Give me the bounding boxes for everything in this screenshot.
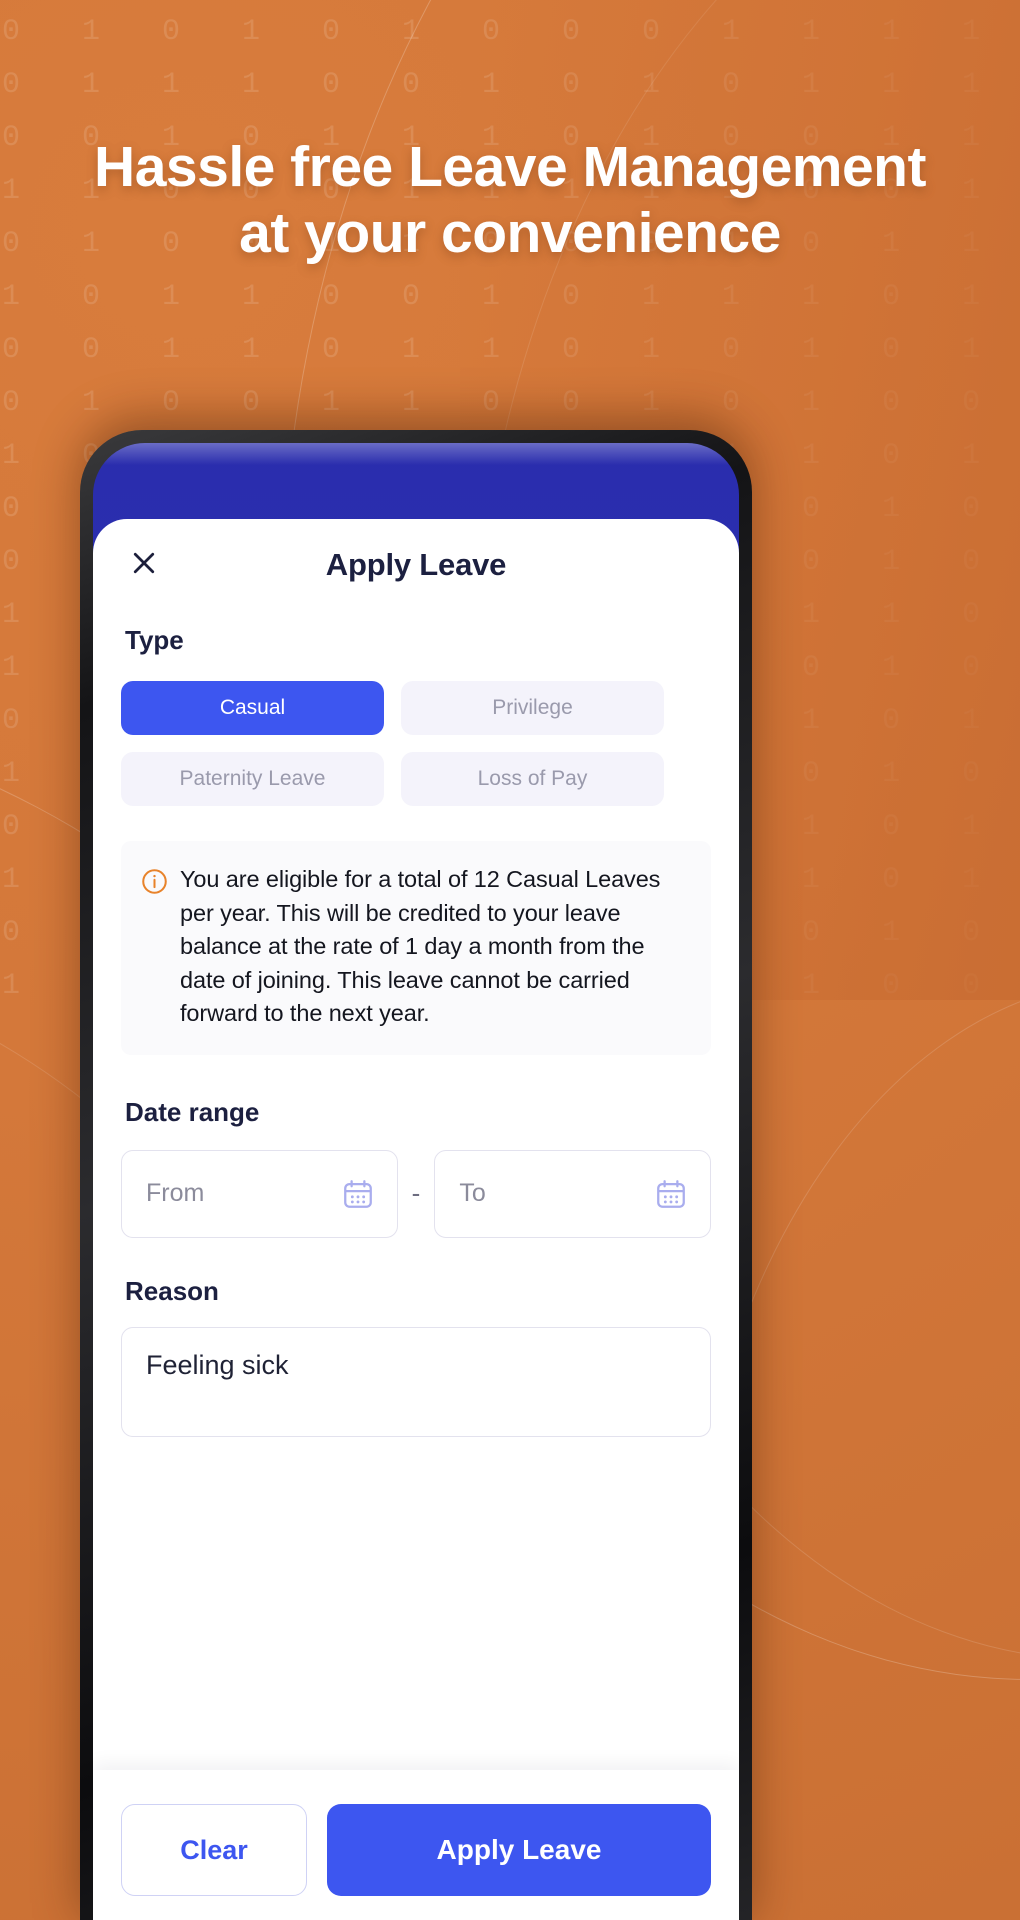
leave-type-chip-group: Casual Privilege Paternity Leave Loss of… [121, 681, 711, 806]
date-range-row: From - To [121, 1149, 712, 1238]
leave-type-chip-paternity-leave[interactable]: Paternity Leave [121, 752, 384, 806]
apply-leave-sheet: Apply Leave Type Casual Privilege Patern… [93, 519, 739, 1920]
reason-label: Reason [125, 1275, 219, 1306]
reason-input[interactable]: Feeling sick [121, 1326, 711, 1437]
chip-label: Privilege [492, 696, 573, 719]
eligibility-info-text: You are eligible for a total of 12 Casua… [180, 866, 661, 1026]
sheet-action-bar: Clear Apply Leave [93, 1770, 739, 1920]
screen-gloss [93, 443, 739, 465]
phone-screen: Apply Leave Type Casual Privilege Patern… [93, 443, 739, 1920]
promo-headline: Hassle free Leave Management at your con… [94, 135, 926, 265]
chip-label: Casual [219, 696, 286, 719]
date-from-placeholder: From [146, 1179, 205, 1207]
info-circle-icon [141, 868, 168, 1031]
apply-leave-button-label: Apply Leave [436, 1834, 602, 1865]
date-from-field[interactable]: From [121, 1149, 398, 1238]
leave-type-chip-casual[interactable]: Casual [121, 681, 384, 735]
phone-mockup: Apply Leave Type Casual Privilege Patern… [80, 430, 752, 1920]
sheet-header: Apply Leave [121, 519, 711, 611]
clear-button[interactable]: Clear [121, 1804, 307, 1896]
type-section-label: Type [125, 625, 184, 655]
close-button[interactable] [121, 542, 167, 588]
calendar-icon[interactable] [341, 1177, 375, 1211]
eligibility-info-box: You are eligible for a total of 12 Casua… [121, 841, 711, 1055]
sheet-scroll-area[interactable]: Apply Leave Type Casual Privilege Patern… [93, 519, 739, 1810]
date-range-label: Date range [125, 1096, 260, 1127]
apply-leave-button[interactable]: Apply Leave [327, 1804, 711, 1896]
date-to-placeholder: To [459, 1179, 486, 1207]
leave-type-chip-loss-of-pay[interactable]: Loss of Pay [401, 752, 664, 806]
calendar-icon[interactable] [654, 1177, 688, 1211]
reason-value: Feeling sick [146, 1349, 289, 1380]
date-range-separator: - [411, 1178, 421, 1208]
chip-label: Loss of Pay [477, 767, 588, 790]
close-icon [129, 548, 159, 583]
leave-type-chip-privilege[interactable]: Privilege [401, 681, 664, 735]
clear-button-label: Clear [180, 1834, 248, 1865]
chip-label: Paternity Leave [179, 767, 326, 790]
page-title: Apply Leave [325, 547, 507, 582]
date-to-field[interactable]: To [434, 1149, 712, 1238]
